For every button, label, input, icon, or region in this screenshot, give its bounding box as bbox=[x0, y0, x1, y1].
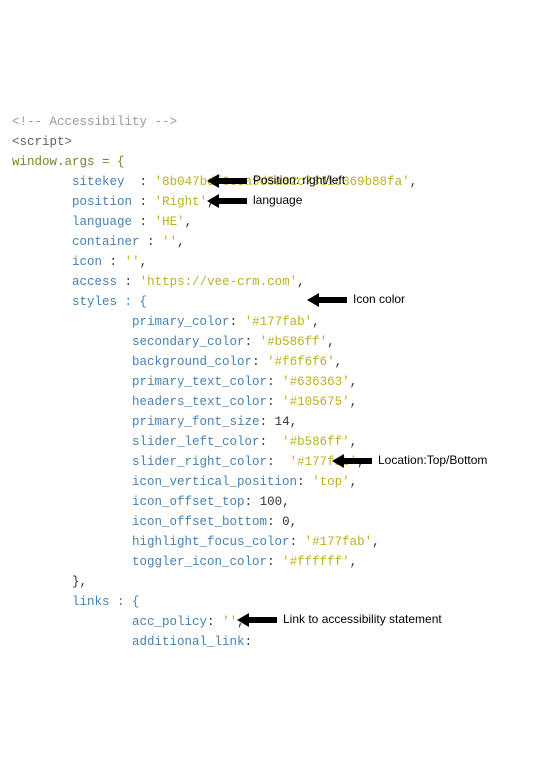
prop-value: '' bbox=[125, 255, 140, 269]
prop-key: primary_color bbox=[132, 315, 230, 329]
prop-value: 14 bbox=[275, 415, 290, 429]
prop-key: sitekey bbox=[72, 175, 125, 189]
annotation-text: language bbox=[253, 191, 302, 210]
prop-key: icon_vertical_position bbox=[132, 475, 297, 489]
prop-value: '#177fab' bbox=[305, 535, 373, 549]
prop-key: headers_text_color bbox=[132, 395, 267, 409]
prop-key: primary_text_color bbox=[132, 375, 267, 389]
window-args-line: window.args = { bbox=[12, 155, 125, 169]
prop-value: 'Right' bbox=[155, 195, 208, 209]
annotation-text: Link to accessibility statement bbox=[283, 610, 442, 629]
annotation-link-statement: Link to accessibility statement bbox=[237, 610, 442, 629]
prop-key: additional_link bbox=[132, 635, 245, 649]
links-label: links : { bbox=[72, 595, 140, 609]
prop-key: primary_font_size bbox=[132, 415, 260, 429]
arrow-icon bbox=[332, 454, 372, 468]
prop-value: '#105675' bbox=[282, 395, 350, 409]
prop-value: 'top' bbox=[312, 475, 350, 489]
annotation-location: Location:Top/Bottom bbox=[332, 451, 487, 470]
prop-key: slider_right_color bbox=[132, 455, 267, 469]
prop-value: '' bbox=[162, 235, 177, 249]
prop-key: language bbox=[72, 215, 132, 229]
prop-value: '#636363' bbox=[282, 375, 350, 389]
html-comment: <!-- Accessibility --> bbox=[12, 115, 177, 129]
prop-key: highlight_focus_color bbox=[132, 535, 290, 549]
prop-key: position bbox=[72, 195, 132, 209]
script-open-tag: <script> bbox=[12, 135, 72, 149]
annotation-text: Icon color bbox=[353, 290, 405, 309]
arrow-icon bbox=[207, 194, 247, 208]
annotation-text: Position: right/left bbox=[253, 171, 345, 190]
styles-label: styles : { bbox=[72, 295, 147, 309]
annotation-icon-color: Icon color bbox=[307, 290, 405, 309]
prop-key: icon_offset_top bbox=[132, 495, 245, 509]
annotation-language: language bbox=[207, 191, 302, 210]
prop-key: background_color bbox=[132, 355, 252, 369]
arrow-icon bbox=[207, 174, 247, 188]
arrow-icon bbox=[237, 613, 277, 627]
prop-value: '#f6f6f6' bbox=[267, 355, 335, 369]
prop-value: '#b586ff' bbox=[275, 435, 350, 449]
prop-key: acc_policy bbox=[132, 615, 207, 629]
arrow-icon bbox=[307, 293, 347, 307]
prop-value: '#b586ff' bbox=[260, 335, 328, 349]
prop-value: 100 bbox=[260, 495, 283, 509]
prop-key: icon bbox=[72, 255, 102, 269]
annotation-position: Position: right/left bbox=[207, 171, 345, 190]
prop-key: toggler_icon_color bbox=[132, 555, 267, 569]
code-snippet: <!-- Accessibility --> <script> window.a… bbox=[12, 92, 545, 652]
prop-value: '' bbox=[222, 615, 237, 629]
prop-value: '#177fab' bbox=[245, 315, 313, 329]
prop-key: icon_offset_bottom bbox=[132, 515, 267, 529]
prop-value: '#ffffff' bbox=[282, 555, 350, 569]
styles-close: }, bbox=[72, 575, 87, 589]
annotation-text: Location:Top/Bottom bbox=[378, 451, 487, 470]
prop-value: 0 bbox=[282, 515, 290, 529]
prop-value: 'HE' bbox=[155, 215, 185, 229]
prop-key: access bbox=[72, 275, 117, 289]
prop-key: slider_left_color bbox=[132, 435, 260, 449]
prop-key: secondary_color bbox=[132, 335, 245, 349]
prop-key: container bbox=[72, 235, 140, 249]
prop-value: 'https://vee-crm.com' bbox=[140, 275, 298, 289]
